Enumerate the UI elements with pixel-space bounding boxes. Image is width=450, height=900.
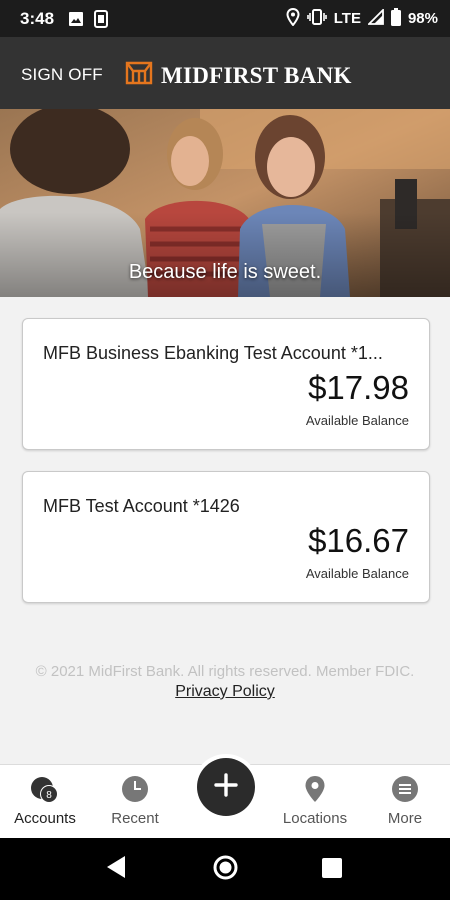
add-button[interactable]: [197, 758, 255, 816]
clock-icon: [121, 775, 149, 808]
network-type: LTE: [333, 10, 361, 27]
available-balance-label: Available Balance: [305, 413, 409, 428]
nav-locations[interactable]: Locations: [270, 765, 360, 839]
account-balance: $16.67: [308, 522, 409, 559]
account-card[interactable]: MFB Test Account *1426 $16.67 Available …: [22, 471, 430, 603]
vibrate-icon: [306, 8, 327, 29]
nav-label: Accounts: [14, 810, 76, 827]
plus-icon: [212, 771, 240, 804]
nav-accounts[interactable]: 8 Accounts: [0, 765, 90, 839]
account-name: MFB Test Account *1426: [43, 496, 240, 516]
signal-icon: [366, 7, 384, 29]
status-bar: 3:48 LTE 98%: [0, 0, 450, 37]
hero-banner: Because life is sweet.: [0, 109, 450, 297]
account-balance: $17.98: [308, 369, 409, 406]
nav-label: More: [387, 810, 423, 827]
system-nav-bar: [0, 838, 450, 900]
battery-level: 98%: [407, 10, 438, 27]
status-time: 3:48: [20, 8, 55, 28]
account-card[interactable]: MFB Business Ebanking Test Account *1...…: [22, 318, 430, 450]
sim-icon: [94, 9, 109, 28]
battery-icon: [390, 7, 401, 30]
nav-more[interactable]: More: [360, 765, 450, 839]
privacy-policy-link[interactable]: Privacy Policy: [0, 683, 450, 701]
home-icon[interactable]: [213, 855, 238, 885]
accounts-badge: 8: [46, 790, 52, 801]
copyright-text: © 2021 MidFirst Bank. All rights reserve…: [35, 663, 415, 680]
recents-icon[interactable]: [322, 858, 342, 883]
brand-logo: MIDFIRST BANK: [125, 59, 352, 92]
location-icon: [286, 7, 300, 30]
hero-caption: Because life is sweet.: [128, 261, 322, 283]
location-pin-icon: [304, 775, 326, 808]
midfirst-logo-icon: [125, 59, 153, 92]
account-name: MFB Business Ebanking Test Account *1...: [43, 343, 383, 363]
menu-icon: [391, 775, 419, 808]
back-icon[interactable]: [105, 854, 127, 885]
brand-name: MIDFIRST BANK: [161, 62, 352, 88]
accounts-icon: 8: [30, 775, 60, 810]
nav-recent[interactable]: Recent: [90, 765, 180, 839]
available-balance-label: Available Balance: [305, 566, 409, 581]
nav-label: Recent: [111, 810, 159, 827]
sign-off-button[interactable]: SIGN OFF: [21, 65, 103, 85]
app-header: SIGN OFF MIDFIRST BANK: [0, 37, 450, 109]
image-icon: [68, 11, 84, 27]
nav-label: Locations: [282, 810, 348, 827]
